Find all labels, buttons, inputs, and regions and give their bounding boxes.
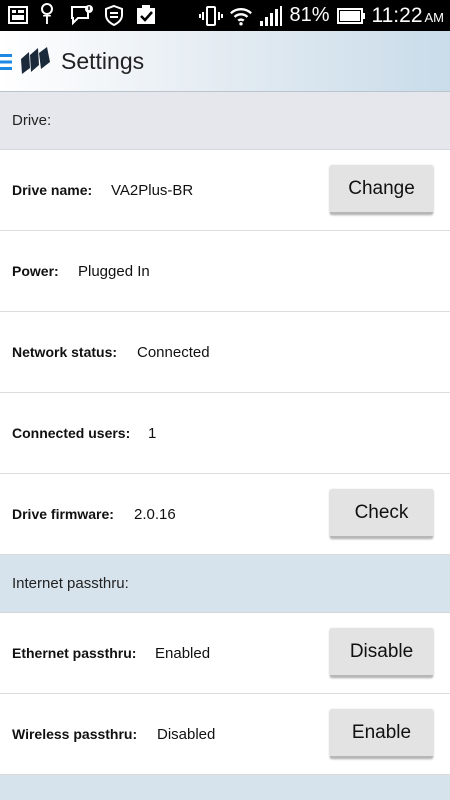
row-label: Network status: [12, 344, 118, 360]
disable-button[interactable]: Disable [330, 628, 433, 677]
menu-icon[interactable] [0, 52, 14, 72]
next-section-header [0, 775, 450, 800]
power-value: Plugged In [78, 263, 150, 280]
shield-icon [102, 3, 126, 27]
network-status-row: Network status: Connected [0, 312, 450, 393]
wifi-icon [229, 4, 253, 28]
time-text: 11:22 [371, 3, 423, 27]
drive-name-value: VA2Plus-BR [111, 182, 194, 199]
ethernet-passthru-value: Enabled [155, 645, 211, 662]
section-header-label: Internet passthru: [12, 575, 129, 592]
row-label: Wireless passthru: [12, 726, 138, 742]
row-label: Connected users: [12, 425, 131, 441]
system-status: 81% 11:22 AM [199, 0, 444, 31]
row-label: Drive name: [12, 182, 93, 198]
ethernet-passthru-row: Ethernet passthru: Enabled Disable [0, 613, 450, 694]
drive-name-row: Drive name: VA2Plus-BR Change [0, 150, 450, 231]
app-logo-icon[interactable] [20, 46, 52, 76]
connected-users-row: Connected users: 1 [0, 393, 450, 474]
passthru-section-header: Internet passthru: [0, 555, 450, 613]
row-label: Ethernet passthru: [12, 645, 137, 661]
drive-section-header: Drive: [0, 92, 450, 150]
notification-icons: T [6, 3, 158, 27]
row-label: Drive firmware: [12, 506, 114, 522]
ampm-text: AM [424, 9, 445, 25]
vibrate-icon [199, 4, 224, 28]
clock: 11:22 AM [372, 4, 445, 28]
check-button[interactable]: Check [330, 489, 433, 538]
row-label: Power: [12, 263, 59, 279]
connected-users-value: 1 [148, 425, 157, 442]
message-alert-icon [70, 3, 94, 27]
battery-percent: 81% [289, 4, 330, 26]
wireless-passthru-row: Wireless passthru: Disabled Enable [0, 694, 450, 775]
drive-firmware-row: Drive firmware: 2.0.16 Check [0, 474, 450, 555]
power-row: Power: Plugged In [0, 231, 450, 312]
drive-firmware-value: 2.0.16 [134, 506, 176, 523]
svg-text:T: T [43, 12, 51, 27]
section-header-label: Drive: [12, 112, 52, 129]
battery-icon [336, 4, 366, 28]
page-title: Settings [61, 48, 145, 74]
signal-icon [259, 4, 283, 28]
app-bar: Settings [0, 31, 450, 92]
gallery-icon [6, 3, 30, 27]
wireless-passthru-value: Disabled [157, 726, 216, 743]
change-button[interactable]: Change [330, 165, 433, 214]
network-status-value: Connected [137, 344, 210, 361]
status-bar: T 81% 11:22 AM [0, 0, 450, 31]
enable-button[interactable]: Enable [330, 709, 433, 758]
tmobile-icon: T [38, 3, 62, 27]
task-check-icon [134, 3, 158, 27]
